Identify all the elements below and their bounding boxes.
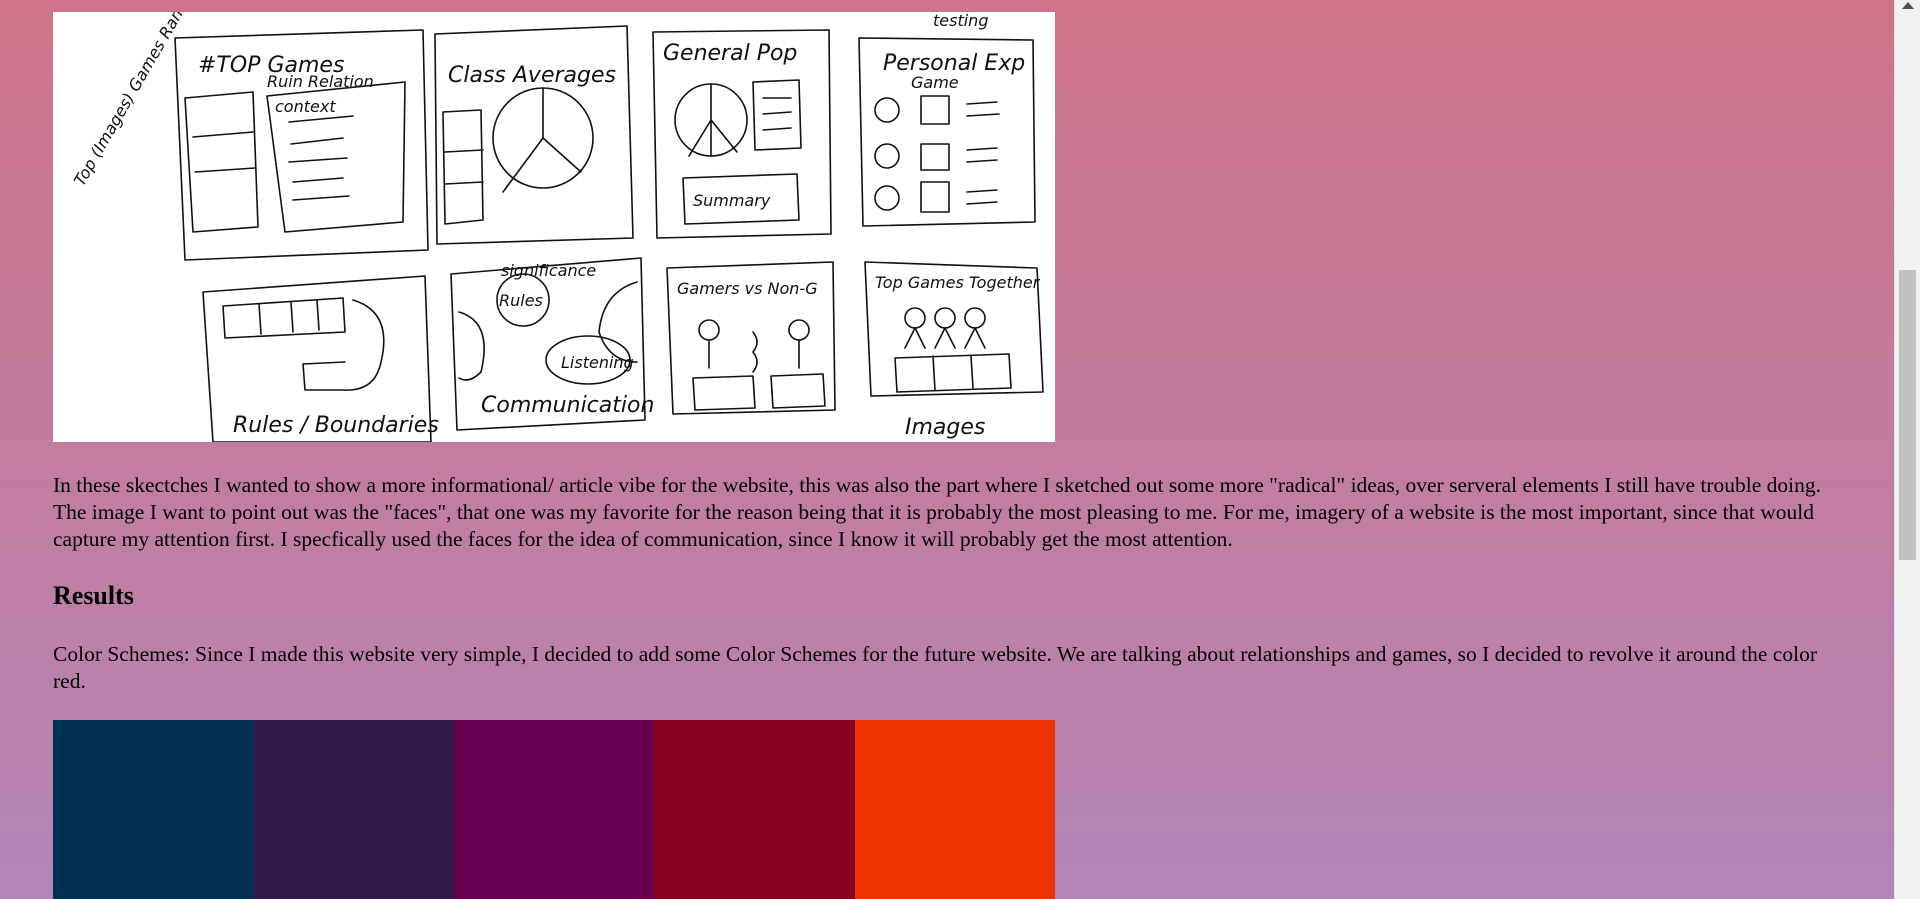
sketch-label-testing: testing: [933, 12, 988, 30]
sketch-label-significance: significance: [501, 261, 596, 280]
sketch-label-summary: Summary: [693, 191, 771, 210]
sketch-label-images: Images: [905, 415, 985, 440]
sketch-label-communication: Communication: [481, 393, 654, 418]
color-swatch: [453, 720, 655, 899]
color-palette: [53, 720, 1056, 899]
color-swatch: [854, 720, 1056, 899]
sketch-label-top-games-together: Top Games Together: [875, 273, 1041, 292]
sketch-label-context: context: [275, 97, 336, 116]
color-swatch: [654, 720, 855, 899]
scrollbar-thumb[interactable]: [1899, 270, 1916, 560]
sketch-description-paragraph: In these skectches I wanted to show a mo…: [53, 473, 1822, 551]
vertical-scrollbar[interactable]: [1894, 0, 1920, 899]
results-heading: Results: [53, 581, 134, 610]
sketch-label-class-averages: Class Averages: [448, 63, 616, 88]
wireframe-sketches: #TOP Games Ruin Relation context Top (Im…: [70, 12, 1044, 442]
sketch-label-game: Game: [911, 73, 959, 92]
scroll-up-arrow-icon[interactable]: [1902, 2, 1914, 9]
sketch-label-rules: Rules: [499, 291, 543, 310]
sketch-label-top-images: Top (Images) Games Rank: [70, 12, 192, 189]
sketch-label-gamers-vs-non-g: Gamers vs Non-G: [677, 279, 818, 298]
color-swatch: [53, 720, 254, 899]
sketch-label-listening: Listening: [561, 353, 634, 372]
color-schemes-paragraph: Color Schemes: Since I made this website…: [53, 642, 1817, 693]
color-swatch: [253, 720, 454, 899]
sketch-label-general-pop: General Pop: [663, 41, 797, 66]
sketch-label-rules-boundaries: Rules / Boundaries: [233, 413, 439, 438]
sketch-label-ruin-relation: Ruin Relation: [267, 72, 374, 91]
sketch-image: #TOP Games Ruin Relation context Top (Im…: [53, 12, 1055, 442]
